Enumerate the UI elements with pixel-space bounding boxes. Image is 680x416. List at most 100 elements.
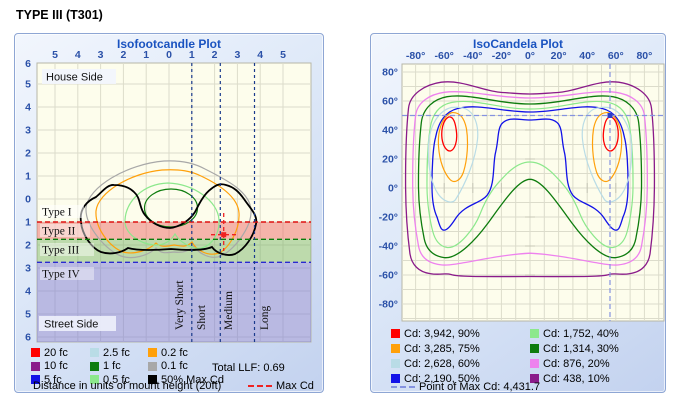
legend-item: 20 fc [31,346,90,360]
x-tick: 0 [166,49,172,61]
legend-swatch [391,329,400,338]
y-tick: 5 [25,309,31,321]
throw-label-very-short: Very Short [174,280,186,330]
legend-label: Cd: 438, 10% [543,373,610,385]
y-tick: 0 [25,194,31,206]
legend-label: 0.1 fc [161,360,188,372]
legend-item: 10 fc [31,360,90,374]
legend-swatch [31,362,40,371]
legend-swatch [391,344,400,353]
x-tick: 1 [189,49,195,61]
isocandela-panel: IsoCandela Plot [370,33,666,393]
legend-item: Cd: 876, 20% [530,356,660,371]
y-tick: 80° [382,67,398,79]
isofootcandle-plot: House Side Street Side Type I Type II Ty… [15,34,323,392]
y-tick: 6 [25,58,31,70]
photometric-report-page: TYPE III (T301) Isofootcandle Plot [0,0,680,416]
x-tick: 2 [212,49,218,61]
type-i-label: Type I [42,207,72,219]
max-cd-dash-icon [248,385,272,387]
legend-swatch [391,359,400,368]
max-cd-point-dot [608,113,613,118]
page-title: TYPE III (T301) [16,8,103,22]
legend-item: Cd: 1,752, 40% [530,326,660,341]
y-tick: 5 [25,79,31,91]
legend-item: Cd: 3,285, 75% [391,341,530,356]
y-tick: 60° [382,96,398,108]
legend-swatch [530,344,539,353]
y-tick: -40° [379,241,398,253]
legend-label: Cd: 3,285, 75% [404,343,480,355]
x-tick: -80° [406,50,425,62]
total-llf: Total LLF: 0.69 [212,362,285,374]
x-axis-ticks: -80° -60° -40° -20° 0° 20° 40° 60° 80° [406,50,652,62]
x-tick: 40° [579,50,595,62]
point-of-max-cd-label: Point of Max Cd: 4,431.7 [419,381,540,393]
point-of-max-cd-legend: Point of Max Cd: 4,431.7 [391,381,540,393]
x-tick: 3 [98,49,104,61]
y-tick: 4 [25,102,31,114]
legend-swatch [530,359,539,368]
plot-area [402,64,664,321]
type-iii-label: Type III [42,245,79,257]
legend-label: Cd: 2,628, 60% [404,358,480,370]
legend-swatch [530,329,539,338]
legend-swatch [148,348,157,357]
x-tick: 20° [551,50,567,62]
y-tick: 20° [382,154,398,166]
legend-swatch [90,348,99,357]
y-tick: -20° [379,212,398,224]
y-tick: 0° [388,183,398,195]
type-ii-label: Type II [42,226,76,238]
x-tick: 4 [257,49,263,61]
y-tick: -60° [379,270,398,282]
legend-swatch [148,362,157,371]
legend-swatch [31,348,40,357]
y-axis-ticks: 6 5 4 3 2 1 0 1 2 3 4 5 6 [25,58,31,344]
svg-text:House Side: House Side [46,72,103,84]
x-axis-ticks: 5 4 3 2 1 0 1 2 3 4 5 [52,49,286,61]
y-tick: 2 [25,240,31,252]
legend-label: Cd: 876, 20% [543,358,610,370]
legend-item: 0.2 fc [148,346,273,360]
x-tick: 1 [143,49,149,61]
legend-item: Cd: 1,314, 30% [530,341,660,356]
y-tick: 3 [25,263,31,275]
y-tick: 1 [25,217,31,229]
legend-label: Cd: 1,752, 40% [543,328,619,340]
x-tick: 5 [52,49,58,61]
legend-label: 1 fc [103,360,121,372]
legend-item: 2.5 fc [90,346,148,360]
isofootcandle-panel: Isofootcandle Plot [14,33,324,393]
svg-text:Street Side: Street Side [44,319,98,331]
x-tick: 5 [280,49,286,61]
x-tick: -40° [463,50,482,62]
x-tick: 0° [525,50,535,62]
y-tick: 40° [382,125,398,137]
distance-units-note: Distance in units of mount height (20ft) [33,380,221,392]
legend-swatch [90,362,99,371]
max-cd-legend: Max Cd [248,380,314,392]
y-tick: 3 [25,125,31,137]
x-tick: 4 [75,49,81,61]
throw-label-long: Long [259,305,271,330]
legend-label: 10 fc [44,360,68,372]
isocandela-legend: Cd: 3,942, 90% Cd: 3,285, 75% Cd: 2,628,… [391,326,660,386]
x-tick: -60° [435,50,454,62]
legend-item: Cd: 2,628, 60% [391,356,530,371]
crosshair-dash-icon [391,386,415,388]
legend-label: Cd: 3,942, 90% [404,328,480,340]
throw-label-short: Short [196,304,208,330]
y-tick: -80° [379,299,398,311]
legend-label: 0.2 fc [161,347,188,359]
y-tick: 1 [25,171,31,183]
house-side-label: House Side [42,69,116,84]
throw-label-medium: Medium [223,291,235,330]
legend-item: Cd: 438, 10% [530,371,660,386]
street-side-label: Street Side [39,316,116,331]
x-tick: -20° [492,50,511,62]
legend-item: 1 fc [90,360,148,374]
legend-label: 2.5 fc [103,347,130,359]
y-axis-ticks: 80° 60° 40° 20° 0° -20° -40° -60° -80° [379,67,398,311]
x-tick: 2 [120,49,126,61]
